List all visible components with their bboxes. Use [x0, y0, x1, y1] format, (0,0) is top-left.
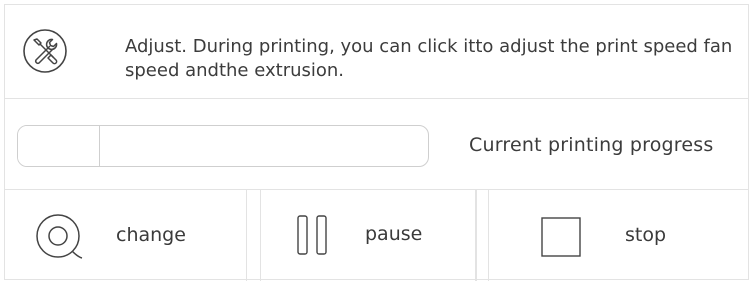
filament-spool-icon	[36, 214, 83, 259]
pause-icon	[297, 215, 327, 255]
adjust-info-row[interactable]: Adjust. During printing, you can click i…	[4, 4, 749, 99]
stop-button[interactable]: stop	[488, 190, 749, 281]
stop-label: stop	[625, 224, 667, 246]
tools-icon	[23, 29, 67, 73]
pause-label: pause	[365, 223, 423, 245]
actions-row: change pause stop	[4, 189, 749, 281]
stop-icon	[541, 217, 581, 257]
change-filament-button[interactable]: change	[4, 190, 246, 281]
adjust-info-text: Adjust. During printing, you can click i…	[125, 36, 733, 81]
progress-bar	[17, 125, 429, 167]
divider	[476, 190, 477, 281]
progress-row: Current printing progress	[4, 98, 749, 189]
progress-fill	[18, 126, 100, 166]
progress-label: Current printing progress	[469, 134, 714, 156]
divider	[246, 190, 247, 281]
pause-button[interactable]: pause	[260, 190, 476, 281]
change-label: change	[116, 224, 186, 246]
